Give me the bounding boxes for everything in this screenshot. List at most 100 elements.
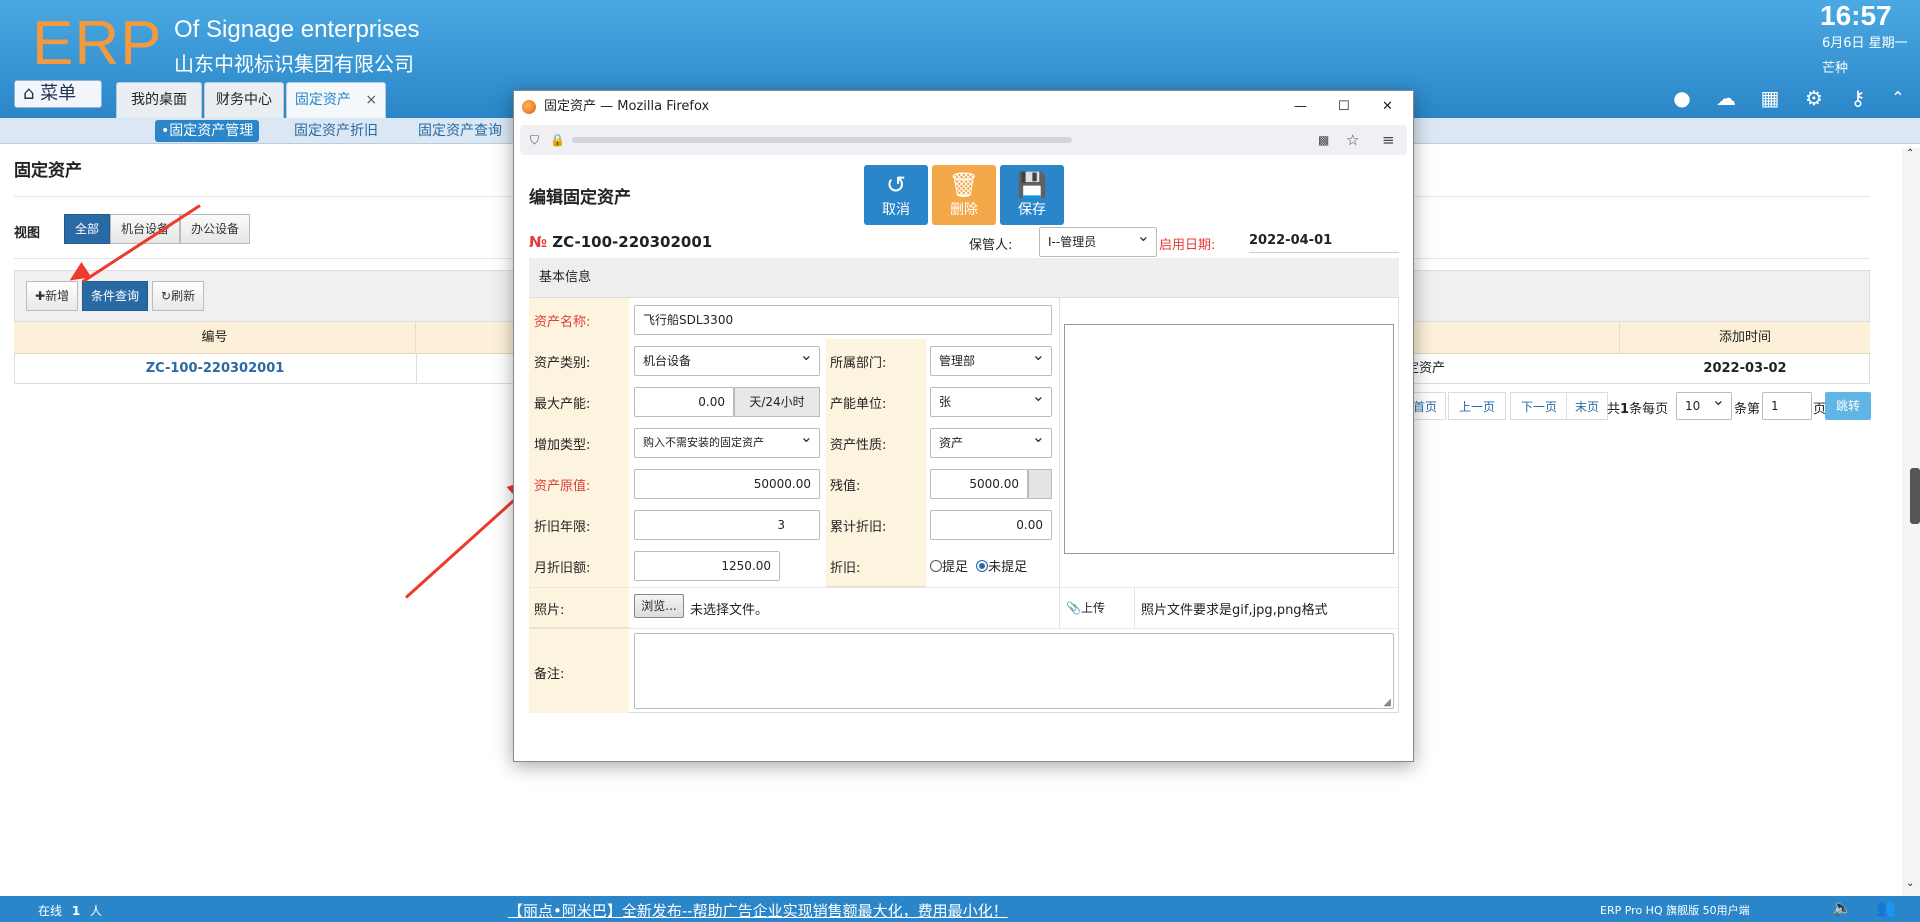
users-icon[interactable]: 👥 [1876,898,1896,917]
asset-nature-select[interactable]: 资产 [930,423,1052,458]
asset-name-input[interactable]: 飞行船SDL3300 [634,305,1052,335]
status-bar: 在线 1 人 【丽点•阿米巴】全新发布--帮助广告企业实现销售额最大化，费用最小… [0,896,1920,922]
menu-button[interactable]: ⌂ 菜单 [14,80,102,108]
shield-icon: ⛉ [530,133,540,147]
key-icon[interactable]: ⚷ [1846,86,1870,110]
capacity-unit-select[interactable]: 张 [930,382,1052,417]
add-type-label: 增加类型: [534,438,591,453]
per-page-select[interactable]: 10 [1676,387,1732,420]
tab-my-desktop[interactable]: 我的桌面 [116,82,202,118]
keeper-label: 保管人: [969,238,1013,253]
monthly-depreciation-input[interactable]: 1250.00 [634,551,780,581]
view-office-button[interactable]: 办公设备 [180,214,251,244]
pager-next[interactable]: 下一页 [1510,392,1569,420]
tab-finance-center[interactable]: 财务中心 [204,82,284,118]
edition-label: ERP Pro HQ 旗舰版 50用户端 [1600,904,1750,917]
add-label: 新增 [45,289,70,303]
row-divider [529,628,1399,629]
refresh-button[interactable]: ↻刷新 [152,281,205,311]
number-symbol: № [529,233,548,251]
trash-icon: 🗑 [948,171,980,199]
dialog-window-title: 固定资产 — Mozilla Firefox [544,99,710,114]
url-bar[interactable]: ⛉ 🔒 ▩ ☆ ≡ [520,125,1407,155]
pager-text: 共 [1607,402,1621,417]
cell-divider [416,354,417,384]
scroll-down-icon[interactable]: ⌄ [1906,878,1914,889]
column-header-added[interactable]: 添加时间 [1620,322,1870,354]
apps-icon[interactable]: ▦ [1758,86,1782,110]
asset-category-label: 资产类别: [534,356,591,371]
upload-icon: 📎 [1066,601,1081,615]
subnav-asset-query[interactable]: 固定资产查询 [412,120,508,142]
residual-value-input[interactable]: 5000.00 [930,469,1028,499]
resize-grip-icon[interactable]: ◢ [1383,697,1391,708]
cancel-button[interactable]: ↺ 取消 [864,165,928,225]
solar-term: 芒种 [1822,61,1849,76]
save-button[interactable]: 💾 保存 [1000,165,1064,225]
pager-prev[interactable]: 上一页 [1448,392,1507,420]
close-icon[interactable]: ✕ [1382,91,1393,123]
minimize-icon[interactable]: — [1294,91,1307,123]
original-value-input[interactable]: 50000.00 [634,469,820,499]
subnav-asset-depreciation[interactable]: 固定资产折旧 [288,120,384,142]
page-number-input[interactable]: 1 [1762,392,1812,420]
department-select[interactable]: 管理部 [930,341,1052,376]
tab-label: 固定资产 [294,92,351,108]
upload-button[interactable]: 📎上传 [1066,599,1105,616]
radio-not-full[interactable] [976,560,989,572]
scrollbar-thumb[interactable] [1910,468,1920,524]
column-header-code[interactable]: 编号 [14,322,416,354]
blurred-url [572,137,1072,143]
announcement-link[interactable]: 【丽点•阿米巴】全新发布--帮助广告企业实现销售额最大化，费用最小化！ [508,900,1008,921]
column-divider [1059,298,1060,587]
subnav-asset-management[interactable]: •固定资产管理 [155,120,260,142]
tab-close-icon[interactable]: × [365,92,377,108]
asset-category-select[interactable]: 机台设备 [634,341,820,376]
depreciation-years-input[interactable]: 3 [634,510,820,540]
maximize-icon[interactable]: ☐ [1338,91,1350,123]
asset-number-value: ZC-100-220302001 [552,233,713,251]
user-icon[interactable]: ● [1670,86,1694,110]
keeper-select[interactable]: I--管理员 [1039,222,1157,257]
scroll-up-icon[interactable]: ⌃ [1906,148,1914,159]
label-column [529,298,629,628]
pager-last[interactable]: 末页 [1566,392,1609,420]
jump-button[interactable]: 跳转 [1825,392,1871,420]
hamburger-menu-icon[interactable]: ≡ [1382,125,1395,155]
qr-code-icon[interactable]: ▩ [1318,125,1329,155]
cloud-upload-icon[interactable]: ☁ [1714,86,1738,110]
speaker-icon[interactable]: 🔈 [1832,898,1852,917]
dialog-titlebar: 固定资产 — Mozilla Firefox — ☐ ✕ [514,91,1413,123]
collapse-icon[interactable]: ⌃ [1886,86,1910,110]
section-title: 基本信息 [529,258,1399,298]
radio-full[interactable] [930,560,942,572]
start-date-field[interactable]: 2022-04-01 [1249,233,1399,253]
delete-label: 删除 [950,202,978,218]
floppy-disk-icon: 💾 [1017,171,1047,199]
row-code-link[interactable]: ZC-100-220302001 [14,354,416,384]
gear-icon[interactable]: ⚙ [1802,86,1826,110]
asset-number: № ZC-100-220302001 [529,233,712,251]
page-scrollbar[interactable]: ⌃ ⌄ [1902,148,1920,896]
row-type: 定资产 [1406,361,1446,376]
browse-button[interactable]: 浏览... [634,594,684,618]
view-all-button[interactable]: 全部 [64,214,111,244]
start-date-label: 启用日期: [1159,238,1216,253]
row-added-date: 2022-03-02 [1703,361,1787,376]
no-file-text: 未选择文件。 [690,603,769,618]
photo-format-hint: 照片文件要求是gif,jpg,png格式 [1141,603,1328,618]
add-type-select[interactable]: 购入不需安装的固定资产 [634,423,820,458]
delete-button[interactable]: 🗑 删除 [932,165,996,225]
view-label: 视图 [14,226,41,241]
bookmark-star-icon[interactable]: ☆ [1346,125,1359,155]
add-button[interactable]: ✚新增 [26,281,79,311]
remark-textarea[interactable]: ◢ [634,633,1394,709]
tab-fixed-assets[interactable]: 固定资产 × [286,82,386,118]
capacity-unit-addon: 天/24小时 [734,387,820,417]
accumulated-depreciation-input[interactable]: 0.00 [930,510,1052,540]
max-capacity-input[interactable]: 0.00 [634,387,734,417]
tab-label: 财务中心 [216,92,272,108]
condition-query-button[interactable]: 条件查询 [82,281,149,311]
pager-page-prefix: 条第 [1734,402,1761,417]
online-status: 在线 1 人 [38,902,102,919]
